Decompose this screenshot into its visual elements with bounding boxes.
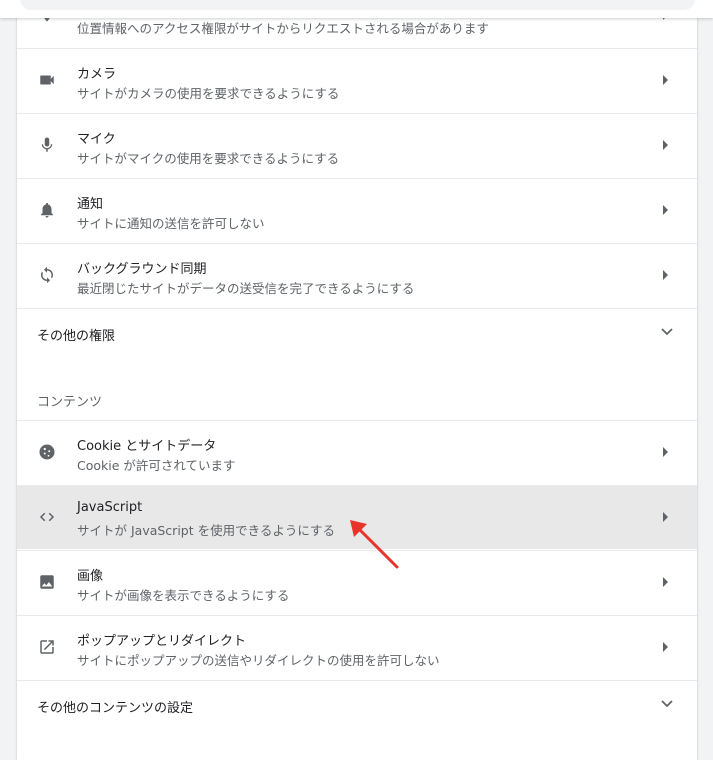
more-content-settings-label: その他のコンテンツの設定 [37, 701, 194, 716]
camera-icon [37, 70, 57, 90]
row-microphone[interactable]: マイク サイトがマイクの使用を要求できるようにする [17, 113, 697, 177]
row-camera-desc: サイトがカメラの使用を要求できるようにする [77, 86, 340, 101]
row-cookies-desc: Cookie が許可されています [77, 458, 236, 473]
row-cookies[interactable]: Cookie とサイトデータ Cookie が許可されています [17, 420, 697, 484]
more-permissions-label: その他の権限 [37, 329, 116, 344]
top-toolbar [0, 0, 713, 18]
row-javascript-desc: サイトが JavaScript を使用できるようにする [77, 523, 335, 538]
chevron-right-icon [663, 577, 668, 587]
cookie-icon [37, 442, 57, 462]
row-location-desc: 位置情報へのアクセス権限がサイトからリクエストされる場合があります [77, 21, 489, 36]
chevron-right-icon [663, 270, 668, 280]
code-icon [37, 507, 57, 527]
row-cookies-title: Cookie とサイトデータ [77, 439, 217, 454]
chevron-right-icon [663, 205, 668, 215]
bell-icon [37, 200, 57, 220]
row-popups[interactable]: ポップアップとリダイレクト サイトにポップアップの送信やリダイレクトの使用を許可… [17, 615, 697, 679]
content-section-title: コンテンツ [37, 395, 103, 410]
row-notifications-title: 通知 [77, 197, 104, 212]
settings-card: 位置情報へのアクセス権限がサイトからリクエストされる場合があります カメラ サイ… [17, 0, 697, 760]
chevron-right-icon [663, 140, 668, 150]
chevron-right-icon [663, 512, 668, 522]
row-images-title: 画像 [77, 569, 104, 584]
chevron-down-icon [659, 695, 675, 711]
annotation-arrow [350, 520, 399, 569]
row-notifications-desc: サイトに通知の送信を許可しない [77, 216, 265, 231]
row-background-sync-title: バックグラウンド同期 [77, 262, 207, 277]
row-background-sync-desc: 最近閉じたサイトがデータの送受信を完了できるようにする [77, 281, 415, 296]
chevron-right-icon [663, 642, 668, 652]
image-icon [37, 572, 57, 592]
search-bar[interactable] [20, 0, 695, 10]
row-microphone-desc: サイトがマイクの使用を要求できるようにする [77, 151, 340, 166]
row-camera-title: カメラ [77, 67, 117, 82]
more-content-settings-expander[interactable]: その他のコンテンツの設定 [17, 680, 697, 728]
external-link-icon [37, 637, 57, 657]
row-popups-title: ポップアップとリダイレクト [77, 634, 247, 649]
row-background-sync[interactable]: バックグラウンド同期 最近閉じたサイトがデータの送受信を完了できるようにする [17, 243, 697, 307]
more-permissions-expander[interactable]: その他の権限 [17, 308, 697, 356]
row-notifications[interactable]: 通知 サイトに通知の送信を許可しない [17, 178, 697, 242]
row-microphone-title: マイク [77, 132, 116, 147]
row-camera[interactable]: カメラ サイトがカメラの使用を要求できるようにする [17, 48, 697, 112]
sync-icon [37, 265, 57, 285]
chevron-right-icon [663, 75, 668, 85]
microphone-icon [37, 135, 57, 155]
chevron-down-icon [659, 323, 675, 339]
row-javascript-title: JavaScript [77, 500, 143, 515]
chevron-right-icon [663, 447, 668, 457]
row-images-desc: サイトが画像を表示できるようにする [77, 588, 290, 603]
row-popups-desc: サイトにポップアップの送信やリダイレクトの使用を許可しない [77, 653, 440, 668]
